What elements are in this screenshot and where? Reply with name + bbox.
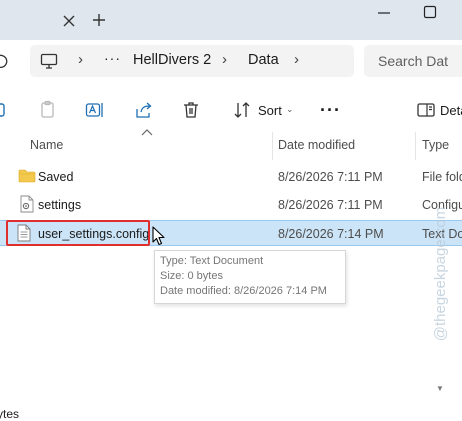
column-divider[interactable] [272,132,273,160]
chevron-down-icon[interactable]: ⌄ [286,104,294,115]
status-bar [0,405,462,420]
plus-icon[interactable] [92,13,106,27]
computer-icon[interactable] [40,52,58,70]
details-button[interactable]: Deta [440,103,462,118]
breadcrumb-item-helldivers[interactable]: HellDivers 2 [133,52,211,68]
breadcrumb-separator[interactable]: › [222,51,227,68]
column-header-name[interactable]: Name [30,138,63,152]
copy-icon[interactable] [38,100,58,120]
annotation-highlight-box [6,220,150,246]
status-selection-size: ytes [0,407,20,421]
command-bar [0,85,462,133]
scroll-down-icon[interactable]: ▼ [436,384,444,393]
sort-icon[interactable] [232,100,252,120]
more-options-icon[interactable]: ··· [320,100,341,121]
search-placeholder: Search Dat [378,53,449,69]
minimize-icon[interactable] [377,11,391,15]
cut-icon[interactable] [0,100,10,120]
watermark: @thegeekpage.com [432,206,449,342]
breadcrumb-item-data[interactable]: Data [248,52,279,68]
delete-icon[interactable] [181,100,201,120]
file-date: 8/26/2026 7:11 PM [278,198,383,212]
close-icon[interactable] [62,14,76,28]
column-header-date[interactable]: Date modified [278,138,355,152]
folder-icon [18,169,36,183]
maximize-icon[interactable] [423,5,437,19]
mouse-cursor-icon [152,226,165,246]
config-file-icon [20,195,34,213]
column-header-type[interactable]: Type [422,138,449,152]
share-icon[interactable] [134,100,154,120]
file-type: File fold [422,170,462,184]
rename-icon[interactable] [85,100,105,120]
tooltip-size: Size: 0 bytes [160,270,223,282]
file-date: 8/26/2026 7:11 PM [278,170,383,184]
sort-button[interactable]: Sort [258,103,282,118]
breadcrumb-separator[interactable]: › [294,51,299,68]
sort-ascending-icon [141,129,153,136]
breadcrumb-separator[interactable]: › [78,51,83,68]
tooltip-type: Type: Text Document [160,255,264,267]
breadcrumb-overflow[interactable]: ··· [104,50,121,66]
tooltip-date: Date modified: 8/26/2026 7:14 PM [160,285,327,297]
refresh-icon[interactable] [0,53,8,69]
file-name[interactable]: Saved [38,170,73,184]
file-name[interactable]: settings [38,198,81,212]
file-date: 8/26/2026 7:14 PM [278,227,384,241]
details-pane-icon[interactable] [416,100,436,120]
column-divider[interactable] [415,132,416,160]
